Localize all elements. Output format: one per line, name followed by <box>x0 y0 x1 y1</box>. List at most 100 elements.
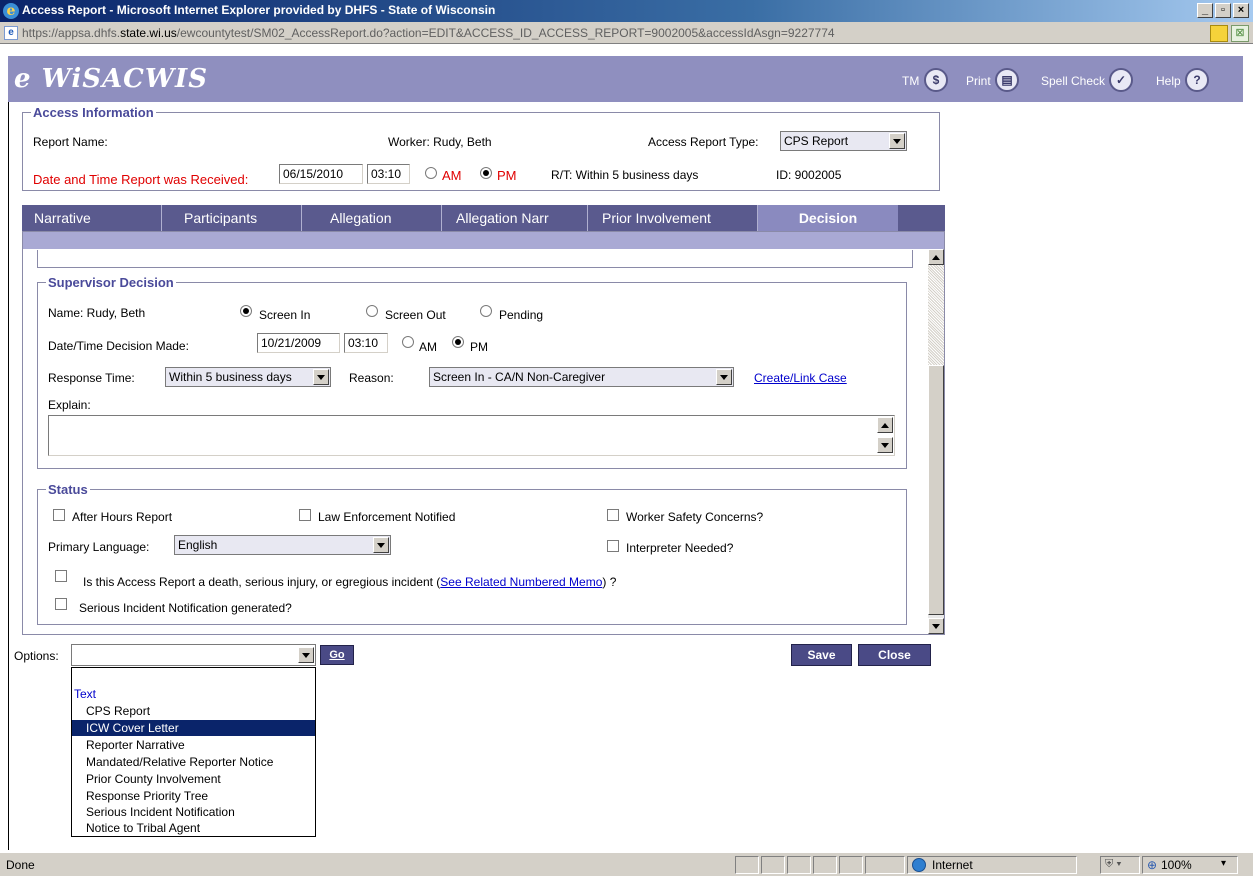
option-icw-cover-letter[interactable]: ICW Cover Letter <box>72 720 315 736</box>
received-am-radio[interactable] <box>425 167 437 179</box>
decision-pm-radio[interactable] <box>452 336 464 348</box>
zoom-icon: ⊕ <box>1147 858 1158 872</box>
access-report-type-value: CPS Report <box>784 134 849 148</box>
address-bar[interactable]: e https://appsa.dhfs.state.wi.us/ewcount… <box>0 22 1253 44</box>
serious-incident-checkbox[interactable] <box>55 598 67 610</box>
tab-narrative[interactable]: Narrative <box>22 205 162 231</box>
pending-radio[interactable] <box>480 305 492 317</box>
worker-label: Worker: Rudy, Beth <box>388 135 492 149</box>
options-label: Options: <box>14 649 59 663</box>
explain-textarea[interactable] <box>48 415 895 456</box>
options-select[interactable] <box>71 644 316 666</box>
status-cell <box>735 856 759 874</box>
access-report-type-select[interactable]: CPS Report <box>780 131 907 151</box>
after-hours-checkbox[interactable] <box>53 509 65 521</box>
tab-decision[interactable]: Decision <box>758 205 898 231</box>
report-name-label: Report Name: <box>33 135 108 149</box>
vertical-scrollbar[interactable] <box>928 249 944 634</box>
option-reporter-narrative[interactable]: Reporter Narrative <box>72 737 315 753</box>
scroll-thumb[interactable] <box>928 365 944 615</box>
scroll-down-icon[interactable] <box>928 618 944 634</box>
chevron-down-icon[interactable] <box>298 647 314 663</box>
create-link-case-link[interactable]: Create/Link Case <box>754 371 847 385</box>
option-prior-county-involvement[interactable]: Prior County Involvement <box>72 771 315 787</box>
print-icon[interactable]: ▤ <box>995 68 1019 92</box>
death-incident-question: Is this Access Report a death, serious i… <box>83 575 617 589</box>
status-cell <box>839 856 863 874</box>
lock-settings-icon: ⛨ ▾ <box>1105 858 1122 870</box>
status-legend: Status <box>48 482 88 497</box>
related-memo-link[interactable]: See Related Numbered Memo <box>440 575 602 589</box>
zoom-dropdown-icon[interactable]: ▾ <box>1221 858 1226 869</box>
print-link[interactable]: Print <box>966 74 991 88</box>
received-pm-radio[interactable] <box>480 167 492 179</box>
worker-safety-label: Worker Safety Concerns? <box>626 510 764 524</box>
option-response-priority-tree[interactable]: Response Priority Tree <box>72 788 315 804</box>
option-mandated-reporter-notice[interactable]: Mandated/Relative Reporter Notice <box>72 754 315 770</box>
explain-label: Explain: <box>48 398 91 412</box>
chevron-down-icon[interactable] <box>373 537 389 553</box>
screen-out-label: Screen Out <box>385 308 446 322</box>
time-received-input[interactable]: 03:10 <box>367 164 410 184</box>
interpreter-checkbox[interactable] <box>607 540 619 552</box>
spell-check-link[interactable]: Spell Check <box>1041 74 1105 88</box>
explain-scroll-down-icon[interactable] <box>877 437 893 453</box>
tm-icon[interactable]: $ <box>924 68 948 92</box>
response-time-label: Response Time: <box>48 371 135 385</box>
pending-label: Pending <box>499 308 544 322</box>
decision-am-label: AM <box>419 340 437 354</box>
option-notice-to-tribal-agent[interactable]: Notice to Tribal Agent <box>72 820 315 836</box>
scroll-up-icon[interactable] <box>928 249 944 265</box>
explain-scroll-up-icon[interactable] <box>877 417 893 433</box>
option-cps-report[interactable]: CPS Report <box>72 703 315 719</box>
certificate-icon[interactable]: ⊠ <box>1231 25 1249 42</box>
help-icon[interactable]: ? <box>1185 68 1209 92</box>
url-text[interactable]: https://appsa.dhfs.state.wi.us/ewcountyt… <box>22 26 835 40</box>
decision-am-radio[interactable] <box>402 336 414 348</box>
report-id: ID: 9002005 <box>776 168 842 182</box>
options-dropdown-list[interactable]: Text CPS Report ICW Cover Letter Reporte… <box>71 667 316 837</box>
close-button[interactable]: Close <box>858 644 931 666</box>
spellcheck-icon[interactable]: ✓ <box>1109 68 1133 92</box>
decision-date-input[interactable]: 10/21/2009 <box>257 333 340 353</box>
help-link[interactable]: Help <box>1156 74 1181 88</box>
go-button[interactable]: Go <box>320 645 354 665</box>
supervisor-decision-legend: Supervisor Decision <box>48 275 174 290</box>
tab-prior-involvement[interactable]: Prior Involvement <box>588 205 758 231</box>
zone-cell[interactable]: Internet <box>907 856 1077 874</box>
tab-allegation[interactable]: Allegation <box>302 205 442 231</box>
chevron-down-icon[interactable] <box>313 369 329 385</box>
decision-time-input[interactable]: 03:10 <box>344 333 388 353</box>
status-cell <box>813 856 837 874</box>
previous-section-edge <box>37 250 913 268</box>
death-incident-checkbox[interactable] <box>55 570 67 582</box>
close-window-icon[interactable]: × <box>1233 3 1249 18</box>
reason-select[interactable]: Screen In - CA/N Non-Caregiver <box>429 367 734 387</box>
protected-mode-cell[interactable]: ⛨ ▾ <box>1100 856 1140 874</box>
response-time-select[interactable]: Within 5 business days <box>165 367 331 387</box>
law-enforcement-checkbox[interactable] <box>299 509 311 521</box>
primary-language-select[interactable]: English <box>174 535 391 555</box>
screen-out-radio[interactable] <box>366 305 378 317</box>
minimize-icon[interactable]: _ <box>1197 3 1213 18</box>
security-lock-icon[interactable] <box>1210 25 1228 42</box>
save-button[interactable]: Save <box>791 644 852 666</box>
app-logo: e WiSACWIS <box>14 64 208 94</box>
tab-participants[interactable]: Participants <box>162 205 302 231</box>
tab-allegation-narr[interactable]: Allegation Narr <box>442 205 588 231</box>
chevron-down-icon[interactable] <box>716 369 732 385</box>
date-received-input[interactable]: 06/15/2010 <box>279 164 363 184</box>
screen-in-radio[interactable] <box>240 305 252 317</box>
option-serious-incident-notification[interactable]: Serious Incident Notification <box>72 804 315 820</box>
zoom-cell[interactable]: ⊕ 100% ▾ <box>1142 856 1238 874</box>
scroll-track[interactable] <box>928 265 944 365</box>
maximize-icon[interactable]: ▫ <box>1215 3 1231 18</box>
received-am-label: AM <box>442 168 462 183</box>
response-time-value: Within 5 business days <box>169 370 292 384</box>
window-title: Access Report - Microsoft Internet Explo… <box>22 3 496 17</box>
status-cell <box>787 856 811 874</box>
browser-status-bar: Done Internet ⛨ ▾ ⊕ 100% ▾ <box>0 852 1253 876</box>
chevron-down-icon[interactable] <box>889 133 905 149</box>
tm-link[interactable]: TM <box>902 74 919 88</box>
worker-safety-checkbox[interactable] <box>607 509 619 521</box>
